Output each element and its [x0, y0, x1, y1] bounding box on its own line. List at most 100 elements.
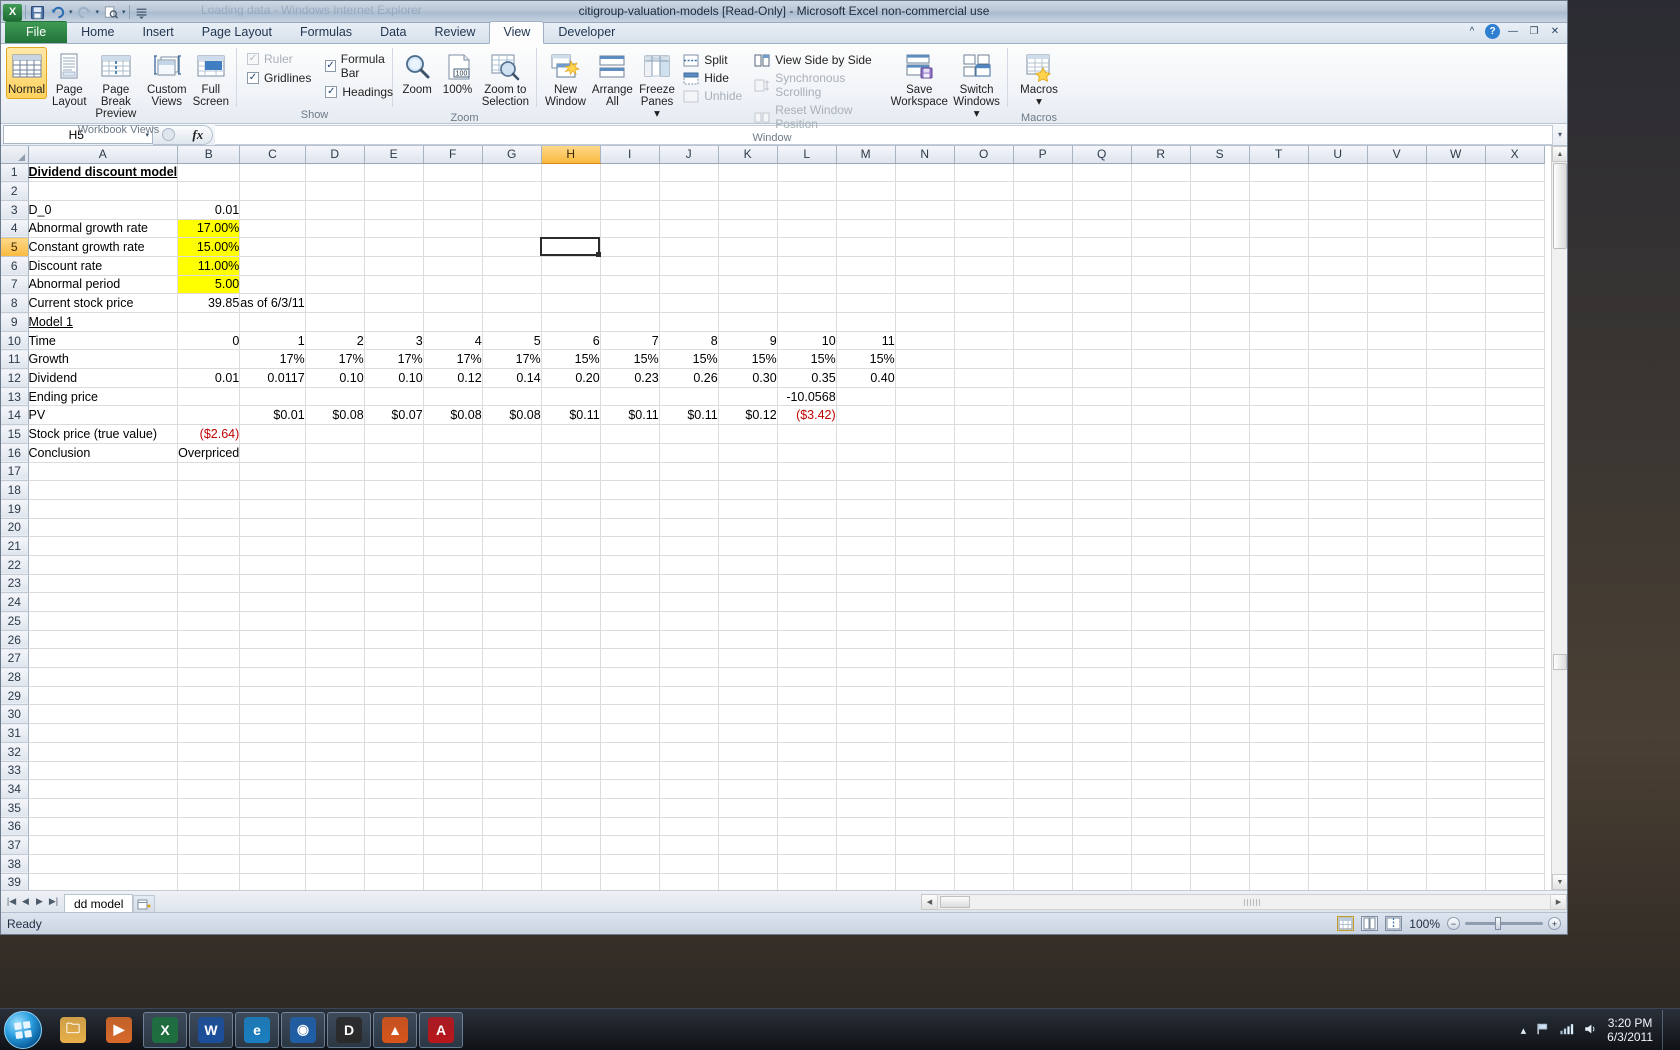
zoom-slider-knob[interactable] — [1495, 917, 1501, 930]
cell-F32[interactable] — [423, 742, 483, 762]
cell-N19[interactable] — [895, 499, 955, 519]
cell-D35[interactable] — [305, 798, 365, 818]
cell-M6[interactable] — [836, 256, 896, 276]
cell-W36[interactable] — [1426, 817, 1486, 837]
cell-F5[interactable] — [423, 237, 483, 257]
cell-J13[interactable] — [659, 387, 719, 407]
cell-O3[interactable] — [954, 200, 1014, 220]
cell-C5[interactable] — [239, 237, 306, 257]
cell-T1[interactable] — [1249, 163, 1309, 183]
cell-D16[interactable] — [305, 443, 365, 463]
cell-N12[interactable] — [895, 368, 955, 388]
cell-M19[interactable] — [836, 499, 896, 519]
cell-B13[interactable] — [177, 387, 241, 407]
cell-D13[interactable] — [305, 387, 365, 407]
cell-V2[interactable] — [1367, 181, 1427, 201]
cell-M2[interactable] — [836, 181, 896, 201]
cell-S24[interactable] — [1190, 592, 1250, 612]
row-header-25[interactable]: 25 — [1, 611, 29, 631]
cell-Q19[interactable] — [1072, 499, 1132, 519]
insert-sheet-icon[interactable] — [133, 894, 156, 912]
cell-X18[interactable] — [1485, 480, 1545, 500]
word-icon[interactable]: W — [189, 1011, 233, 1048]
cell-T25[interactable] — [1249, 611, 1309, 631]
cell-N22[interactable] — [895, 555, 955, 575]
cell-I22[interactable] — [600, 555, 660, 575]
cell-K22[interactable] — [718, 555, 778, 575]
sheet-nav-buttons[interactable]: |◀ ◀ ▶ ▶| — [1, 896, 64, 907]
cell-P32[interactable] — [1013, 742, 1073, 762]
cell-F15[interactable] — [423, 424, 483, 444]
cell-B7[interactable]: 5.00 — [177, 275, 241, 295]
cell-S37[interactable] — [1190, 835, 1250, 855]
cell-T35[interactable] — [1249, 798, 1309, 818]
cell-M31[interactable] — [836, 723, 896, 743]
expand-formula-bar-icon[interactable]: ▾ — [1553, 130, 1567, 139]
cell-L5[interactable] — [777, 237, 837, 257]
cell-N7[interactable] — [895, 275, 955, 295]
cell-S4[interactable] — [1190, 219, 1250, 239]
cell-V21[interactable] — [1367, 536, 1427, 556]
cell-W28[interactable] — [1426, 667, 1486, 687]
cell-M30[interactable] — [836, 704, 896, 725]
cell-G24[interactable] — [482, 592, 542, 612]
cell-X13[interactable] — [1485, 387, 1545, 407]
cell-L11[interactable]: 15% — [777, 349, 837, 370]
cell-D10[interactable]: 2 — [305, 331, 365, 351]
cell-J14[interactable]: $0.11 — [659, 405, 719, 426]
unhide-button[interactable]: Unhide — [683, 89, 742, 103]
cell-H15[interactable] — [541, 424, 601, 444]
cell-W18[interactable] — [1426, 480, 1486, 500]
cell-A31[interactable] — [28, 723, 179, 743]
cell-W32[interactable] — [1426, 742, 1486, 762]
cell-E9[interactable] — [364, 312, 424, 332]
cell-G1[interactable] — [482, 163, 542, 183]
cell-G34[interactable] — [482, 779, 542, 799]
cell-S20[interactable] — [1190, 518, 1250, 538]
cell-T31[interactable] — [1249, 723, 1309, 743]
cell-S29[interactable] — [1190, 686, 1250, 706]
cell-B21[interactable] — [177, 536, 241, 556]
cell-A25[interactable] — [28, 611, 179, 631]
cell-Q33[interactable] — [1072, 761, 1132, 781]
help-icon[interactable]: ? — [1485, 24, 1500, 39]
cell-H6[interactable] — [541, 256, 601, 276]
cell-F31[interactable] — [423, 723, 483, 743]
firefox-icon[interactable]: ◉ — [281, 1011, 325, 1048]
cell-C6[interactable] — [239, 256, 306, 276]
cell-Q31[interactable] — [1072, 723, 1132, 743]
column-header-l[interactable]: L — [777, 146, 837, 164]
cell-N27[interactable] — [895, 648, 955, 669]
cell-A12[interactable]: Dividend — [28, 368, 179, 388]
cell-O26[interactable] — [954, 630, 1014, 650]
last-sheet-button[interactable]: ▶| — [47, 896, 60, 907]
cell-V5[interactable] — [1367, 237, 1427, 257]
cell-H8[interactable] — [541, 293, 601, 313]
cell-G29[interactable] — [482, 686, 542, 706]
cell-X16[interactable] — [1485, 443, 1545, 463]
cell-D15[interactable] — [305, 424, 365, 444]
cell-C32[interactable] — [239, 742, 306, 762]
cell-S19[interactable] — [1190, 499, 1250, 519]
cell-V30[interactable] — [1367, 704, 1427, 725]
cell-A28[interactable] — [28, 667, 179, 687]
cell-F6[interactable] — [423, 256, 483, 276]
cell-V23[interactable] — [1367, 574, 1427, 594]
cell-I9[interactable] — [600, 312, 660, 332]
cell-Q15[interactable] — [1072, 424, 1132, 444]
volume-icon[interactable] — [1583, 1022, 1598, 1039]
cell-S33[interactable] — [1190, 761, 1250, 781]
row-header-21[interactable]: 21 — [1, 536, 29, 556]
row-header-33[interactable]: 33 — [1, 761, 29, 781]
cell-L32[interactable] — [777, 742, 837, 762]
cell-S8[interactable] — [1190, 293, 1250, 313]
cell-U15[interactable] — [1308, 424, 1368, 444]
cell-I25[interactable] — [600, 611, 660, 631]
row-header-8[interactable]: 8 — [1, 293, 29, 313]
cell-D5[interactable] — [305, 237, 365, 257]
cell-J15[interactable] — [659, 424, 719, 444]
cell-P15[interactable] — [1013, 424, 1073, 444]
cell-T3[interactable] — [1249, 200, 1309, 220]
cell-L1[interactable] — [777, 163, 837, 183]
cell-W7[interactable] — [1426, 275, 1486, 295]
